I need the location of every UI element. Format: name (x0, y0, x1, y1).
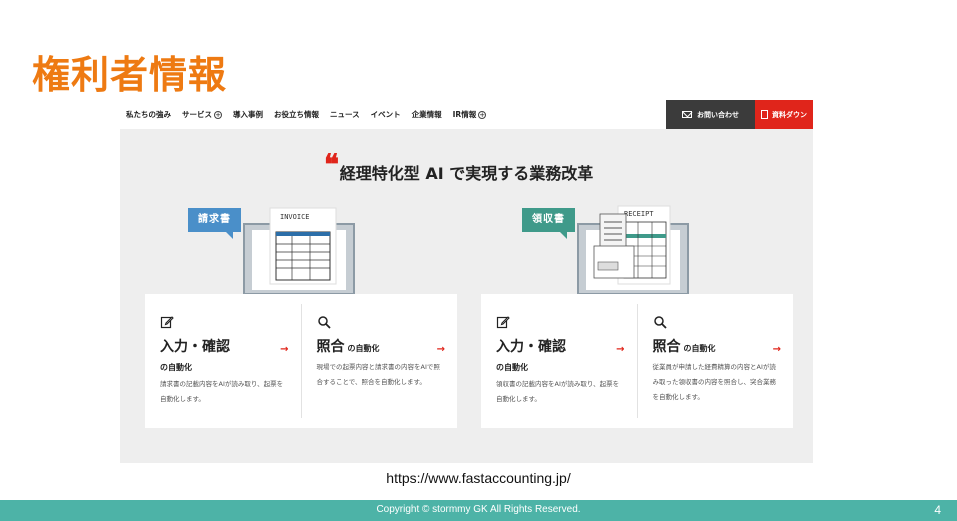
plus-circle-icon: + (478, 110, 487, 119)
website-screenshot: 私たちの強み サービス + 導入事例 お役立ち情報 ニュース イベント 企業情報 IR情報 + お… (120, 100, 813, 463)
source-url[interactable]: https://www.fastaccounting.jp/ (0, 470, 957, 486)
nav-item[interactable]: 導入事例 (233, 109, 263, 120)
feature-heading: 入力・確認 (160, 336, 287, 356)
plus-circle-icon: + (214, 110, 222, 119)
nav-item-label: サービス (182, 110, 212, 119)
edit-icon (160, 314, 174, 329)
feature-heading: 照合 の自動化 (653, 336, 780, 356)
nav-item[interactable]: IR情報 + (453, 109, 487, 120)
nav-item-label: イベント (370, 110, 401, 119)
invoice-doc-label: INVOICE (280, 213, 310, 221)
hero-title: 経理特化型 AI で実現する業務改革 (339, 164, 594, 183)
nav-menu: 私たちの強み サービス + 導入事例 お役立ち情報 ニュース イベント 企業情報 IR情報 + (120, 109, 666, 120)
page-number: 4 (934, 503, 941, 517)
nav-item-label: IR情報 (452, 110, 477, 119)
document-icon (761, 110, 768, 119)
feature-subtitle: の自動化 (160, 363, 192, 372)
arrow-right-icon[interactable]: → (280, 344, 288, 355)
nav-item[interactable]: ニュース (330, 109, 360, 120)
feature-title: 入力・確認 (496, 339, 566, 355)
slide: 権利者情報 私たちの強み サービス + 導入事例 お役立ち情報 ニュース イベント 企業情報 I… (0, 0, 957, 521)
arrow-right-icon[interactable]: → (437, 344, 445, 355)
nav-item-label: 私たちの強み (126, 110, 171, 119)
card-invoice: 入力・確認 の自動化 請求書の記載内容をAIが読み取り、起票を自動化します。 → 照合の… (145, 294, 457, 428)
nav-item-label: ニュース (330, 110, 360, 119)
laptop-receipt-illustration: RECEIPT (572, 205, 696, 302)
feature-column[interactable]: 入力・確認の自動化領収書の記載内容をAIが読み取り、起票を自動化します。 → (481, 294, 637, 428)
site-nav: 私たちの強み サービス + 導入事例 お役立ち情報 ニュース イベント 企業情報 IR情報 + お… (120, 100, 813, 129)
nav-item[interactable]: お役立ち情報 (274, 109, 319, 120)
feature-title: 照合 (652, 339, 681, 355)
edit-icon (496, 314, 510, 329)
nav-item-label: 企業情報 (411, 110, 442, 119)
tag-receipt: 領収書 (522, 208, 575, 239)
search-icon (317, 314, 331, 329)
nav-item[interactable]: サービス + (182, 109, 222, 120)
contact-button[interactable]: お問い合わせ (666, 100, 755, 129)
nav-item-label: 導入事例 (233, 110, 263, 119)
tag-invoice: 請求書 (188, 208, 241, 239)
feature-column[interactable]: 入力・確認の自動化請求書の記載内容をAIが読み取り、起票を自動化します。 → (145, 294, 301, 428)
feature-heading: 入力・確認 (496, 336, 623, 356)
feature-title-suffix: の自動化 (683, 344, 716, 353)
search-icon (653, 314, 667, 329)
footer-bar: Copyright © stormmy GK All Rights Reserv… (0, 500, 957, 521)
feature-description: 領収書の記載内容をAIが読み取り、起票を自動化します。 (496, 380, 620, 403)
download-button[interactable]: 資料ダウン (755, 100, 813, 129)
slide-title: 権利者情報 (32, 53, 228, 97)
feature-subtitle: の自動化 (496, 363, 528, 372)
copyright-text: Copyright © stormmy GK All Rights Reserv… (376, 504, 581, 515)
arrow-right-icon[interactable]: → (773, 344, 781, 355)
feature-title: 入力・確認 (160, 339, 230, 355)
feature-title-suffix: の自動化 (347, 344, 380, 353)
nav-item[interactable]: イベント (371, 109, 401, 120)
nav-item[interactable]: 私たちの強み (126, 109, 171, 120)
feature-column[interactable]: 照合 の自動化 現場での起票内容と請求書の内容をAIで照合することで、照合を自動化し… (300, 304, 458, 418)
nav-item-label: お役立ち情報 (274, 110, 319, 119)
feature-description: 現場での起票内容と請求書の内容をAIで照合することで、照合を自動化します。 (316, 363, 440, 386)
arrow-right-icon[interactable]: → (616, 344, 624, 355)
download-label: 資料ダウン (772, 110, 807, 119)
receipt-doc-label: RECEIPT (624, 210, 654, 218)
feature-title: 照合 (316, 339, 345, 355)
mail-icon (682, 111, 692, 118)
feature-description: 請求書の記載内容をAIが読み取り、起票を自動化します。 (160, 380, 284, 403)
feature-description: 従業員が申請した経費精算の内容とAIが読み取った領収書の内容を照合し、突合業務を… (652, 363, 777, 401)
card-receipt: 入力・確認 の自動化 領収書の記載内容をAIが読み取り、起票を自動化します。 → 照合の… (481, 294, 793, 428)
laptop-invoice-illustration: INVOICE (238, 207, 362, 302)
nav-item[interactable]: 企業情報 (412, 109, 442, 120)
feature-heading: 照合 の自動化 (317, 336, 444, 356)
feature-column[interactable]: 照合 の自動化従業員が申請した経費精算の内容とAIが読み取った領収書の内容を照合し… (636, 304, 794, 418)
contact-label: お問い合わせ (697, 110, 739, 119)
